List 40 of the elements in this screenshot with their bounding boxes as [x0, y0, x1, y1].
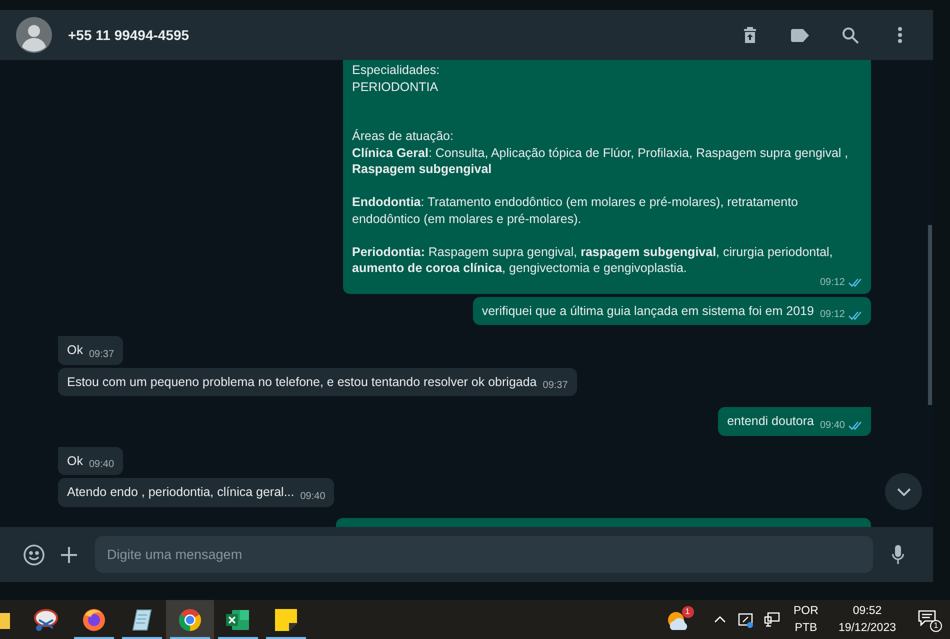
- message-time: 09:37: [88, 348, 114, 360]
- language-indicator[interactable]: POR PTB: [794, 602, 818, 636]
- search-icon[interactable]: [842, 26, 858, 44]
- message-time: 09:37: [542, 380, 568, 392]
- browser-icon[interactable]: [82, 608, 106, 632]
- message-text: Especialidades: PERIODONTIA Áreas de atuação: Clínica Geral: Consulta, Aplicação tópica de Flúor, Profilaxia, Raspagem supra gengival , Raspagem subgengival Endodontia: Tratamento endodôntico (em molares e pré-molares), retratamento endodôntico (em molares e pré-molares). Periodontia: Raspagem supra gengival, raspagem subgengival, cirurgia periodontal, aumento de coroa clínica, gengivectomia e gengivoplastia.: [352, 62, 850, 276]
- message-time: 09:40: [300, 490, 326, 502]
- message-text: Ok: [67, 342, 83, 358]
- archive-icon[interactable]: [743, 26, 757, 44]
- menu-icon[interactable]: [898, 27, 902, 43]
- message-text: Ok: [67, 452, 83, 469]
- chevron-down-icon: [896, 488, 910, 496]
- message-time: 09:40: [820, 420, 845, 432]
- clock[interactable]: 09:52 19/12/2023: [838, 602, 896, 636]
- emoji-icon[interactable]: [23, 544, 45, 566]
- chevron-up-icon[interactable]: [714, 616, 726, 623]
- message-text: Atendo endo , periodontia, clínica geral...: [67, 484, 294, 500]
- notification-badge: 1: [682, 606, 694, 618]
- spreadsheet-icon[interactable]: [226, 608, 250, 630]
- security-icon[interactable]: [738, 612, 754, 628]
- weather-icon: [666, 610, 690, 632]
- plus-icon[interactable]: [61, 546, 77, 562]
- message-text: entendi doutora: [727, 413, 814, 430]
- message-time: 09:12: [820, 309, 845, 321]
- message-time: 09:12: [820, 276, 845, 288]
- message-input[interactable]: Digite uma mensagem: [95, 536, 873, 573]
- notepad-icon[interactable]: [131, 608, 153, 632]
- scroll-down-button[interactable]: [885, 473, 922, 510]
- message-time: 09:40: [88, 459, 114, 471]
- sticky-note-icon[interactable]: [275, 608, 297, 630]
- network-icon[interactable]: [764, 612, 780, 627]
- scissors-icon[interactable]: [33, 608, 59, 632]
- scrollbar[interactable]: [928, 225, 932, 405]
- weather-button[interactable]: 1: [664, 604, 694, 634]
- message-text: Estou com um pequeno problema no telefone, e estou tentando resolver ok obrigada: [67, 374, 537, 390]
- microphone-icon[interactable]: [892, 544, 904, 564]
- chrome-icon[interactable]: [178, 608, 202, 632]
- avatar-icon[interactable]: [16, 17, 52, 53]
- message-text: verifiquei que a última guia lançada em sistema foi em 2019: [482, 302, 814, 319]
- label-icon[interactable]: [791, 28, 809, 42]
